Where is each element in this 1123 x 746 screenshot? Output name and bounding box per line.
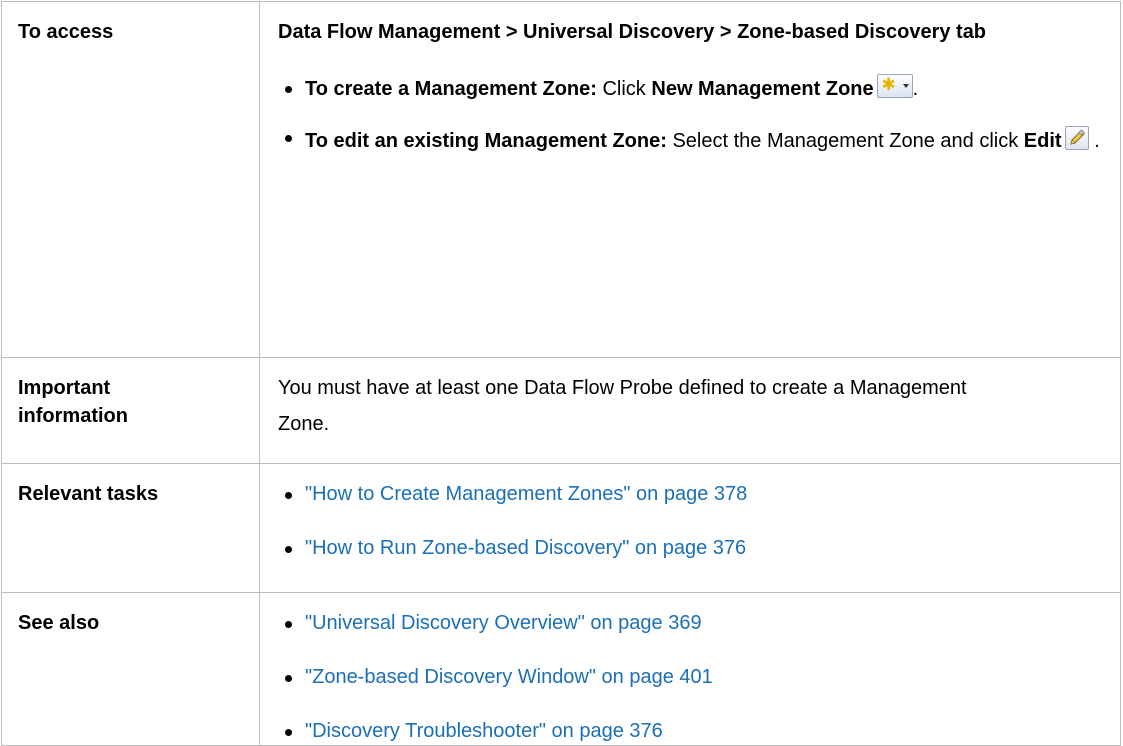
list-item: "Discovery Troubleshooter" on page 376: [278, 717, 1120, 745]
important-text: You must have at least one Data Flow Pro…: [278, 377, 967, 435]
edit-action: Edit: [1023, 130, 1062, 152]
table-row-access: To access Data Flow Management > Univers…: [1, 1, 1121, 358]
link-discovery-troubleshooter[interactable]: "Discovery Troubleshooter" on page 376: [305, 720, 663, 742]
new-management-zone-icon[interactable]: ✱: [876, 74, 913, 98]
list-item: "How to Run Zone-based Discovery" on pag…: [278, 534, 1120, 562]
see-also-list: "Universal Discovery Overview" on page 3…: [278, 609, 1120, 745]
edit-lead: To edit an existing Management Zone:: [305, 130, 667, 152]
link-zone-based-discovery-window[interactable]: "Zone-based Discovery Window" on page 40…: [305, 666, 713, 688]
create-text: Click: [596, 78, 652, 100]
row-label-important: Important information: [18, 377, 128, 427]
row-label-tasks: Relevant tasks: [18, 483, 159, 505]
list-item: "How to Create Management Zones" on page…: [278, 480, 1120, 508]
content-cell: Data Flow Management > Universal Discove…: [259, 1, 1121, 358]
link-universal-discovery-overview[interactable]: "Universal Discovery Overview" on page 3…: [305, 612, 702, 634]
content-cell: You must have at least one Data Flow Pro…: [259, 357, 1121, 464]
list-item: "Universal Discovery Overview" on page 3…: [278, 609, 1120, 637]
link-run-zone-based-discovery[interactable]: "How to Run Zone-based Discovery" on pag…: [305, 537, 746, 559]
label-cell: Important information: [1, 357, 260, 464]
row-label-access: To access: [18, 21, 114, 43]
list-item-create: To create a Management Zone: Click New M…: [278, 74, 1120, 103]
access-path: Data Flow Management > Universal Discove…: [278, 21, 987, 43]
table-row-tasks: Relevant tasks "How to Create Management…: [1, 463, 1121, 593]
create-lead: To create a Management Zone:: [305, 78, 597, 100]
create-action: New Management Zone: [651, 78, 874, 100]
access-list: To create a Management Zone: Click New M…: [278, 74, 1120, 159]
content-cell: "Universal Discovery Overview" on page 3…: [259, 592, 1121, 746]
info-table: To access Data Flow Management > Univers…: [1, 1, 1121, 746]
create-end: .: [912, 78, 919, 100]
list-item: "Zone-based Discovery Window" on page 40…: [278, 663, 1120, 691]
edit-end: .: [1094, 130, 1100, 152]
edit-text: Select the Management Zone and click: [666, 130, 1024, 152]
table-row-see-also: See also "Universal Discovery Overview" …: [1, 592, 1121, 746]
table-row-important: Important information You must have at l…: [1, 357, 1121, 464]
tasks-list: "How to Create Management Zones" on page…: [278, 480, 1120, 562]
link-create-management-zones[interactable]: "How to Create Management Zones" on page…: [305, 483, 747, 505]
label-cell: To access: [1, 1, 260, 358]
row-label-see-also: See also: [18, 612, 100, 634]
content-cell: "How to Create Management Zones" on page…: [259, 463, 1121, 593]
list-item-edit: To edit an existing Management Zone: Sel…: [278, 123, 1120, 159]
label-cell: Relevant tasks: [1, 463, 260, 593]
edit-pencil-icon[interactable]: [1064, 126, 1089, 150]
label-cell: See also: [1, 592, 260, 746]
